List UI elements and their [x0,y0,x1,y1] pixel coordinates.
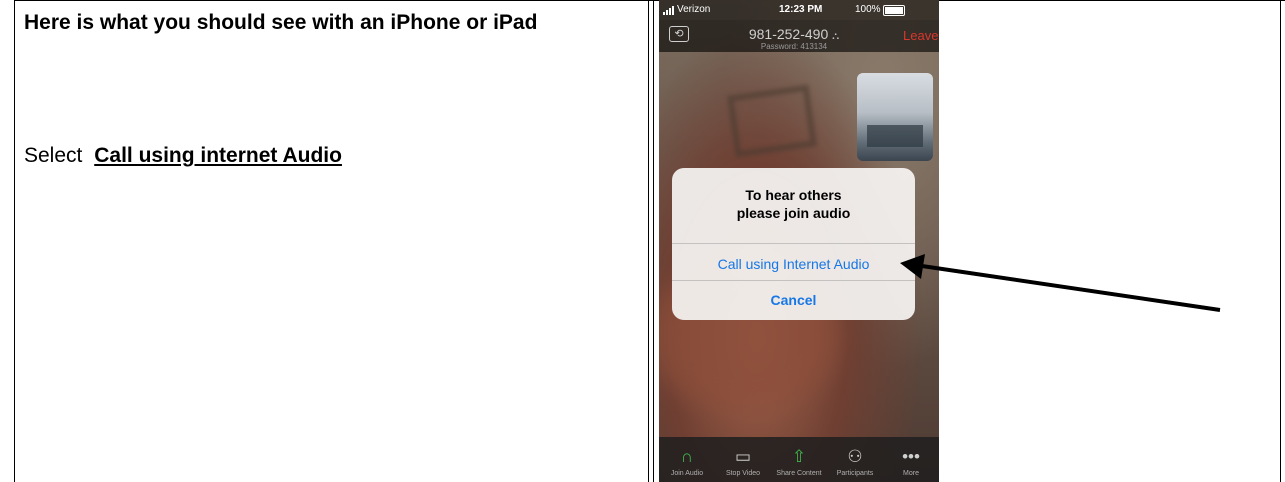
leave-button[interactable]: Leave [903,28,938,43]
meeting-toolbar: ∩ Join Audio ▭ Stop Video ⇧ Share Conten… [659,437,939,482]
table-border-left [14,0,15,482]
stop-video-button[interactable]: ▭ Stop Video [715,437,771,482]
carrier-name: Verizon [677,4,711,15]
cancel-button[interactable]: Cancel [672,292,915,308]
share-icon: ⇧ [791,447,807,466]
instruction-cell: Here is what you should see with an iPho… [24,6,624,167]
participants-label: Participants [836,470,874,477]
status-time: 12:23 PM [779,4,823,15]
participants-button[interactable]: ⚇ Participants [827,437,883,482]
meeting-id: 981-252-490 ⛬ [719,26,869,42]
signal-icon [663,6,675,15]
self-video-thumbnail[interactable] [857,73,933,161]
table-divider [648,0,649,482]
meeting-header: ⟲ 981-252-490 ⛬ Password: 413134 Leave [659,20,939,52]
phone-screenshot: Verizon 12:23 PM 100% ⟲ 981-252-490 ⛬ Pa… [659,0,939,482]
dialog-title-line1: To hear others [745,187,842,203]
instruction-target: Call using internet Audio [94,144,342,167]
instruction-prefix: Select [24,144,83,167]
document-heading: Here is what you should see with an iPho… [24,11,538,34]
headphones-icon: ∩ [680,447,694,466]
join-audio-button[interactable]: ∩ Join Audio [659,437,715,482]
table-border-top [14,0,1285,1]
table-divider-inner [653,0,654,482]
battery-icon [883,5,905,16]
dialog-title-line2: please join audio [736,205,851,221]
more-icon: ••• [902,447,920,466]
join-audio-label: Join Audio [670,470,704,477]
video-camera-icon: ▭ [734,447,752,466]
background-picture-frame [727,84,817,158]
stop-video-label: Stop Video [725,470,761,477]
meeting-password: Password: 413134 [760,42,828,51]
instruction-text: Select Call using internet Audio [24,144,342,168]
dialog-title: To hear others please join audio [672,186,915,222]
switch-camera-icon[interactable]: ⟲ [669,26,689,42]
call-internet-audio-button[interactable]: Call using Internet Audio [672,256,915,272]
lock-icon: ⛬ [832,31,840,42]
table-border-right [1280,0,1281,482]
more-label: More [903,470,919,477]
dialog-divider [672,280,915,281]
battery-percent: 100% [855,4,881,15]
status-bar: Verizon 12:23 PM 100% [659,0,939,20]
share-content-label: Share Content [776,470,822,477]
meeting-id-text: 981-252-490 [748,26,829,42]
join-audio-dialog: To hear others please join audio Call us… [672,168,915,320]
more-button[interactable]: ••• More [883,437,939,482]
share-content-button[interactable]: ⇧ Share Content [771,437,827,482]
participants-icon: ⚇ [847,447,863,466]
dialog-divider [672,243,915,244]
document-table: Here is what you should see with an iPho… [0,0,1285,482]
